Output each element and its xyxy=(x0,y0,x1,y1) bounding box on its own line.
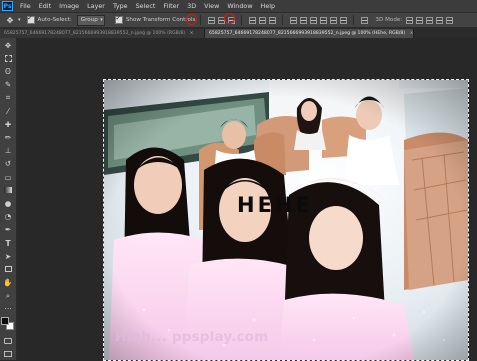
auto-select-label: Auto-Select: xyxy=(37,17,72,23)
menu-image[interactable]: Image xyxy=(55,2,83,10)
align-top-icon[interactable] xyxy=(207,16,215,24)
more-tools-icon[interactable]: ⋯ xyxy=(2,303,14,315)
align-horizontal-center-icon[interactable] xyxy=(258,16,266,24)
watermark-text: Hinh... ppsplay.com xyxy=(115,329,269,345)
divider xyxy=(353,15,355,25)
photo-image xyxy=(104,80,468,360)
lasso-tool-icon[interactable]: ʘ xyxy=(2,66,14,78)
align-right-icon[interactable] xyxy=(268,16,276,24)
color-swatches[interactable] xyxy=(1,316,15,331)
clone-stamp-tool-icon[interactable]: ⊥ xyxy=(2,145,14,157)
menu-type[interactable]: Type xyxy=(109,2,132,10)
quick-select-tool-icon[interactable]: ✎ xyxy=(2,79,14,91)
move-tool-icon[interactable]: ✥ xyxy=(2,39,14,51)
eraser-tool-icon[interactable]: ▭ xyxy=(2,171,14,183)
dodge-tool-icon[interactable]: ◔ xyxy=(2,211,14,223)
crop-tool-icon[interactable]: ⌗ xyxy=(2,92,14,104)
document-tab-label: 65825757_64669178248077_8215666993918839… xyxy=(209,31,406,36)
annotation-circle-align-vcenter xyxy=(186,14,197,25)
show-transform-label: Show Transform Controls xyxy=(125,17,196,23)
tool-preset-chevron-icon[interactable]: ▾ xyxy=(18,17,21,23)
document-tab-2[interactable]: 65825757_64669178248077_8215666993918839… xyxy=(205,29,414,38)
options-bar: ✥ ▾ Auto-Select: Group Show Transform Co… xyxy=(0,12,477,28)
3d-roll-icon[interactable] xyxy=(416,16,424,24)
3d-scale-icon[interactable] xyxy=(446,16,454,24)
distribute-top-icon[interactable] xyxy=(289,16,297,24)
move-tool-icon[interactable]: ✥ xyxy=(3,14,17,26)
screen-mode-icon[interactable] xyxy=(2,348,14,360)
document-canvas[interactable] xyxy=(104,80,468,360)
close-icon[interactable]: × xyxy=(410,31,413,36)
pen-tool-icon[interactable]: ✒ xyxy=(2,224,14,236)
menu-select[interactable]: Select xyxy=(132,2,160,10)
distribute-right-icon[interactable] xyxy=(339,16,347,24)
document-tab-label: 65825757_64669178248077_8215666993918839… xyxy=(4,31,186,36)
brush-tool-icon[interactable]: ✏ xyxy=(2,132,14,144)
divider xyxy=(200,15,202,25)
close-icon[interactable]: × xyxy=(190,31,194,36)
photoshop-logo-icon: Ps xyxy=(2,1,13,11)
shape-tool-icon[interactable] xyxy=(2,263,14,275)
history-brush-tool-icon[interactable]: ↺ xyxy=(2,158,14,170)
menu-help[interactable]: Help xyxy=(257,2,280,10)
document-tab-bar: 65825757_64669178248077_8215666993918839… xyxy=(0,28,477,38)
divider xyxy=(282,15,284,25)
3d-slide-icon[interactable] xyxy=(436,16,444,24)
annotation-circle-align-hcenter xyxy=(224,13,235,24)
distribute-hcenter-icon[interactable] xyxy=(329,16,337,24)
path-selection-tool-icon[interactable]: ➤ xyxy=(2,250,14,262)
eyedropper-tool-icon[interactable]: ⁄ xyxy=(2,105,14,117)
marquee-tool-icon[interactable] xyxy=(2,52,14,64)
foreground-color-swatch[interactable] xyxy=(1,316,9,325)
distribute-bottom-icon[interactable] xyxy=(309,16,317,24)
menu-file[interactable]: File xyxy=(16,2,35,10)
menu-bar: Ps File Edit Image Layer Type Select Fil… xyxy=(0,0,477,12)
menu-filter[interactable]: Filter xyxy=(159,2,183,10)
distribute-left-icon[interactable] xyxy=(319,16,327,24)
auto-align-layers-icon[interactable] xyxy=(360,16,368,24)
tools-panel: ✥ ʘ ✎ ⌗ ⁄ ✚ ✏ ⊥ ↺ ▭ ● ◔ ✒ T ➤ ✋ ⌕ ⋯ xyxy=(0,38,17,360)
auto-select-dropdown[interactable]: Group xyxy=(76,14,105,26)
align-left-icon[interactable] xyxy=(248,16,256,24)
menu-window[interactable]: Window xyxy=(223,2,256,10)
menu-edit[interactable]: Edit xyxy=(35,2,55,10)
overlay-text-layer[interactable]: HEHE xyxy=(237,195,313,216)
distribute-vcenter-icon[interactable] xyxy=(299,16,307,24)
menu-view[interactable]: View xyxy=(200,2,223,10)
menu-layer[interactable]: Layer xyxy=(83,2,109,10)
zoom-tool-icon[interactable]: ⌕ xyxy=(2,290,14,302)
menu-3d[interactable]: 3D xyxy=(183,2,200,10)
3d-rotate-icon[interactable] xyxy=(406,16,414,24)
healing-brush-tool-icon[interactable]: ✚ xyxy=(2,118,14,130)
hand-tool-icon[interactable]: ✋ xyxy=(2,277,14,289)
3d-drag-icon[interactable] xyxy=(426,16,434,24)
3d-mode-label: 3D Mode: xyxy=(375,17,403,23)
divider xyxy=(241,15,243,25)
show-transform-checkbox[interactable] xyxy=(114,14,123,24)
type-tool-icon[interactable]: T xyxy=(2,237,14,249)
auto-select-checkbox[interactable] xyxy=(26,14,35,24)
gradient-tool-icon[interactable] xyxy=(2,184,14,196)
document-tab-1[interactable]: 65825757_64669178248077_8215666993918839… xyxy=(0,29,205,38)
quick-mask-icon[interactable] xyxy=(2,335,14,347)
blur-tool-icon[interactable]: ● xyxy=(2,197,14,209)
